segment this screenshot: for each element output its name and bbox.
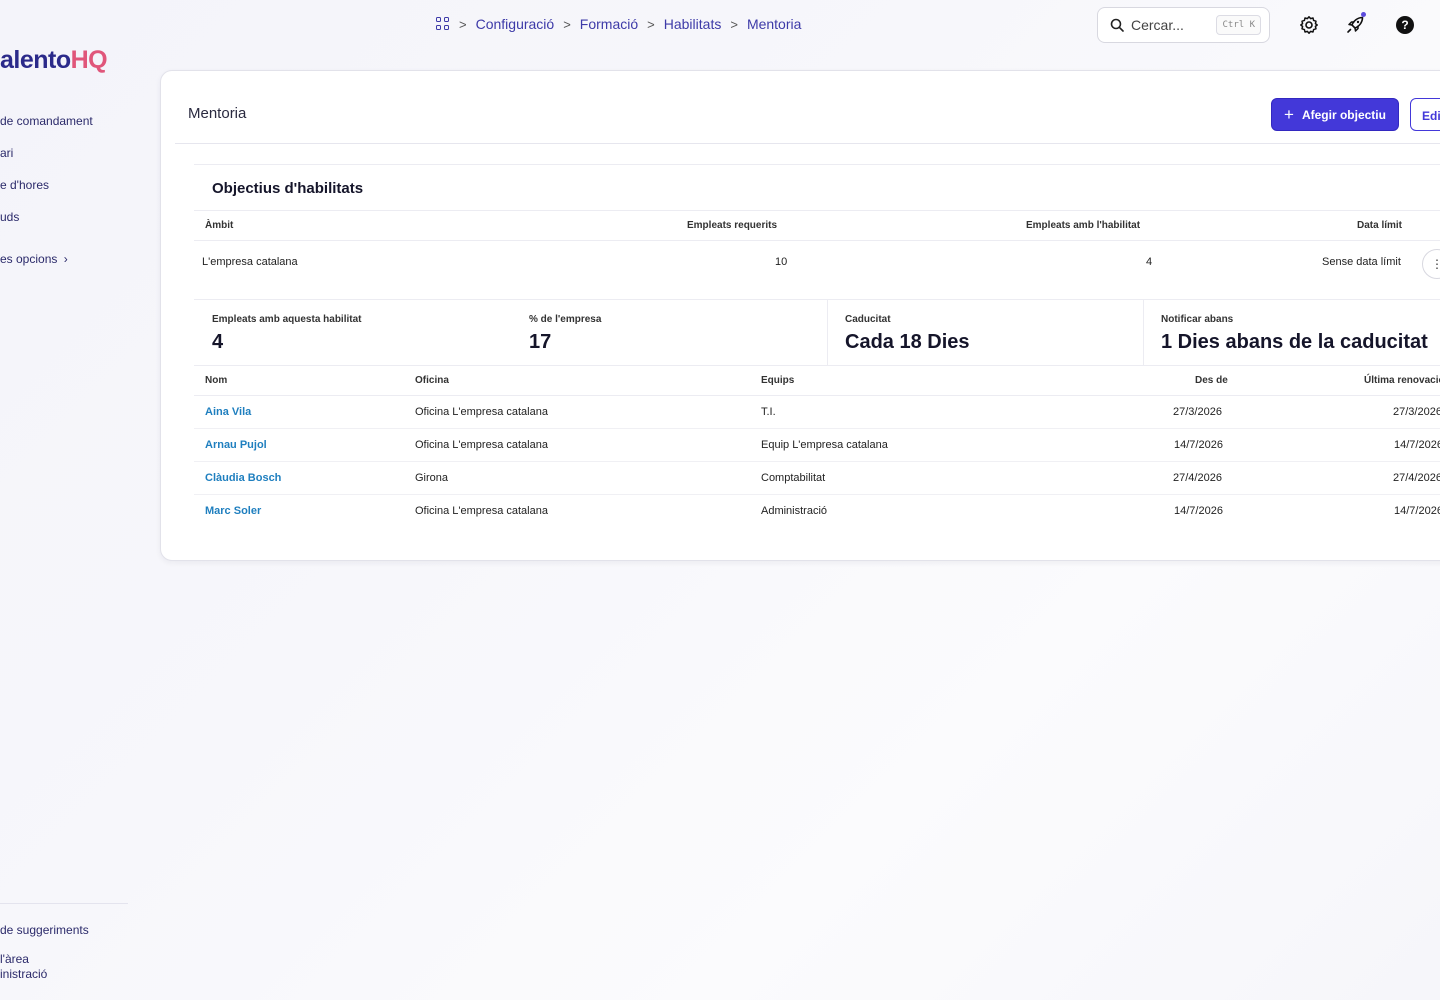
column-header-office: Oficina (415, 375, 449, 386)
divider (194, 494, 1440, 495)
divider (827, 300, 828, 366)
employee-team: Comptabilitat (761, 472, 826, 484)
whats-new-button[interactable] (1344, 12, 1366, 36)
employee-name-link[interactable]: Aina Vila (205, 406, 251, 418)
sidebar-more-options[interactable]: es opcions › (0, 252, 68, 266)
sidebar-item-timesheet[interactable]: e d'hores (0, 176, 93, 208)
plus-icon: + (1284, 105, 1294, 124)
employee-since: 14/7/2026 (1174, 439, 1223, 451)
header-divider (175, 143, 1440, 144)
employee-renewal: 14/7/2026 (1394, 505, 1440, 517)
row-actions-button[interactable]: ⋮ (1422, 249, 1440, 279)
stat-value-percent: 17 (529, 331, 552, 353)
employee-name-link[interactable]: Clàudia Bosch (205, 472, 281, 484)
sidebar-item-admin-area[interactable]: l'àrea inistració (0, 952, 70, 982)
column-header-scope: Àmbit (205, 220, 234, 231)
employee-since: 27/3/2026 (1173, 406, 1222, 418)
search-box[interactable]: Cercar... Ctrl K (1097, 7, 1270, 43)
employee-office: Oficina L'empresa catalana (415, 505, 548, 517)
employee-since: 14/7/2026 (1174, 505, 1223, 517)
stat-label-expiry: Caducitat (845, 314, 891, 325)
brand-logo[interactable]: alentoHQ (0, 46, 108, 75)
stat-label-notify: Notificar abans (1161, 314, 1234, 325)
stat-value-notify: 1 Dies abans de la caducitat (1161, 331, 1428, 353)
gear-icon (1300, 16, 1318, 34)
search-shortcut: Ctrl K (1216, 15, 1261, 35)
divider (1143, 300, 1144, 366)
stat-value-expiry: Cada 18 Dies (845, 331, 970, 353)
search-input[interactable]: Cercar... (1131, 17, 1216, 33)
breadcrumb-formacio[interactable]: Formació (580, 16, 638, 32)
apps-grid-icon[interactable] (436, 17, 450, 31)
chevron-right-icon: › (63, 252, 68, 266)
chevron-right-icon: > (647, 16, 655, 32)
sidebar-nav: de comandament ari e d'hores uds (0, 112, 93, 240)
stat-label-percent: % de l'empresa (529, 314, 602, 325)
settings-button[interactable] (1298, 14, 1320, 36)
sidebar-item-dashboard[interactable]: de comandament (0, 112, 93, 144)
employee-name-link[interactable]: Marc Soler (205, 505, 261, 517)
sidebar-divider (0, 903, 128, 904)
employee-renewal: 14/7/2026 (1394, 439, 1440, 451)
search-icon (1110, 18, 1124, 32)
add-goal-button[interactable]: + Afegir objectiu (1271, 98, 1399, 131)
breadcrumb-configuracio[interactable]: Configuració (476, 16, 555, 32)
stat-label-employees: Empleats amb aquesta habilitat (212, 314, 362, 325)
sidebar-item-calendar[interactable]: ari (0, 144, 93, 176)
employee-team: Administració (761, 505, 828, 517)
divider (194, 240, 1440, 241)
employee-renewal: 27/3/2026 (1393, 406, 1440, 418)
column-header-since: Des de (1195, 375, 1228, 386)
brand-name-part1: alento (0, 46, 71, 74)
breadcrumb-mentoria[interactable]: Mentoria (747, 16, 801, 32)
breadcrumb: > Configuració > Formació > Habilitats >… (436, 16, 801, 32)
chevron-right-icon: > (563, 16, 571, 32)
employee-since: 27/4/2026 (1173, 472, 1222, 484)
sidebar-item-requests[interactable]: uds (0, 208, 93, 240)
goal-with-skill: 4 (1146, 256, 1153, 268)
column-header-required: Empleats requerits (687, 220, 778, 231)
employee-renewal: 27/4/2026 (1393, 472, 1440, 484)
page-title: Mentoria (188, 105, 247, 122)
breadcrumb-habilitats[interactable]: Habilitats (664, 16, 722, 32)
skill-card: Mentoria + Afegir objectiu Editar Object… (160, 70, 1440, 561)
employee-team: Equip L'empresa catalana (761, 439, 888, 451)
sidebar-more-label: es opcions (0, 252, 58, 266)
help-icon: ? (1396, 16, 1414, 34)
section-title: Objectius d'habilitats (212, 180, 364, 197)
column-header-with-skill: Empleats amb l'habilitat (1026, 220, 1141, 231)
column-header-teams: Equips (761, 375, 795, 386)
edit-button[interactable]: Editar (1410, 98, 1440, 131)
rocket-icon (1347, 16, 1364, 33)
stats-bar: Empleats amb aquesta habilitat 4 % de l'… (194, 299, 1440, 366)
column-header-name: Nom (205, 375, 228, 386)
divider (194, 395, 1440, 396)
divider (194, 210, 1440, 211)
employee-name-link[interactable]: Arnau Pujol (205, 439, 267, 451)
employee-office: Girona (415, 472, 449, 484)
help-button[interactable]: ? (1394, 14, 1416, 36)
chevron-right-icon: > (730, 16, 738, 32)
skill-goals-section: Objectius d'habilitats Àmbit Empleats re… (194, 164, 1440, 544)
add-goal-label: Afegir objectiu (1301, 107, 1386, 122)
goal-required: 10 (775, 256, 788, 268)
goal-deadline: Sense data límit (1322, 256, 1401, 268)
column-header-deadline: Data límit (1357, 220, 1403, 231)
goal-scope: L'empresa catalana (202, 256, 298, 268)
stat-value-employees: 4 (212, 331, 224, 353)
employee-team: T.I. (761, 406, 776, 418)
brand-name-part2: HQ (70, 46, 108, 74)
column-header-last-renewal: Última renovació (1364, 375, 1440, 386)
employee-office: Oficina L'empresa catalana (415, 439, 548, 451)
employee-office: Oficina L'empresa catalana (415, 406, 548, 418)
divider (194, 461, 1440, 462)
more-vertical-icon: ⋮ (1431, 257, 1440, 271)
divider (194, 428, 1440, 429)
notification-dot (1361, 12, 1366, 17)
sidebar-item-suggestions[interactable]: de suggeriments (0, 923, 89, 937)
chevron-right-icon: > (459, 16, 467, 32)
